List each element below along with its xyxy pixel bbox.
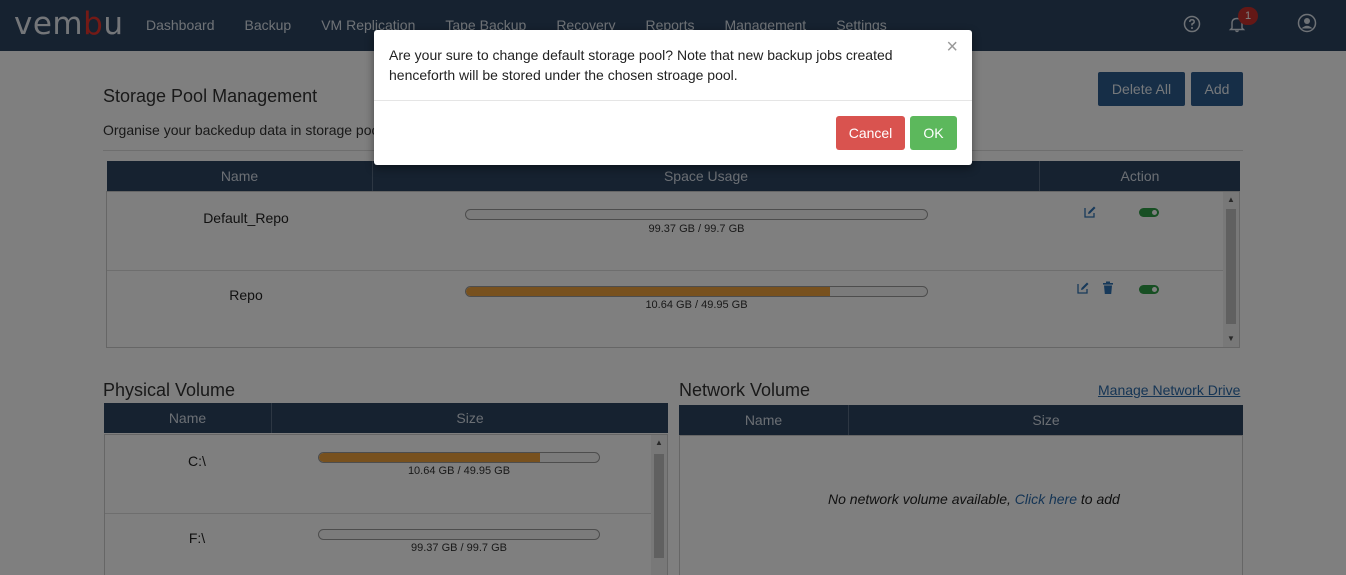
dialog-divider <box>374 100 972 101</box>
ok-button[interactable]: OK <box>910 116 957 150</box>
confirm-dialog: Are your sure to change default storage … <box>374 30 972 165</box>
cancel-button[interactable]: Cancel <box>836 116 905 150</box>
close-icon[interactable]: × <box>946 37 958 57</box>
dialog-message: Are your sure to change default storage … <box>389 47 893 83</box>
